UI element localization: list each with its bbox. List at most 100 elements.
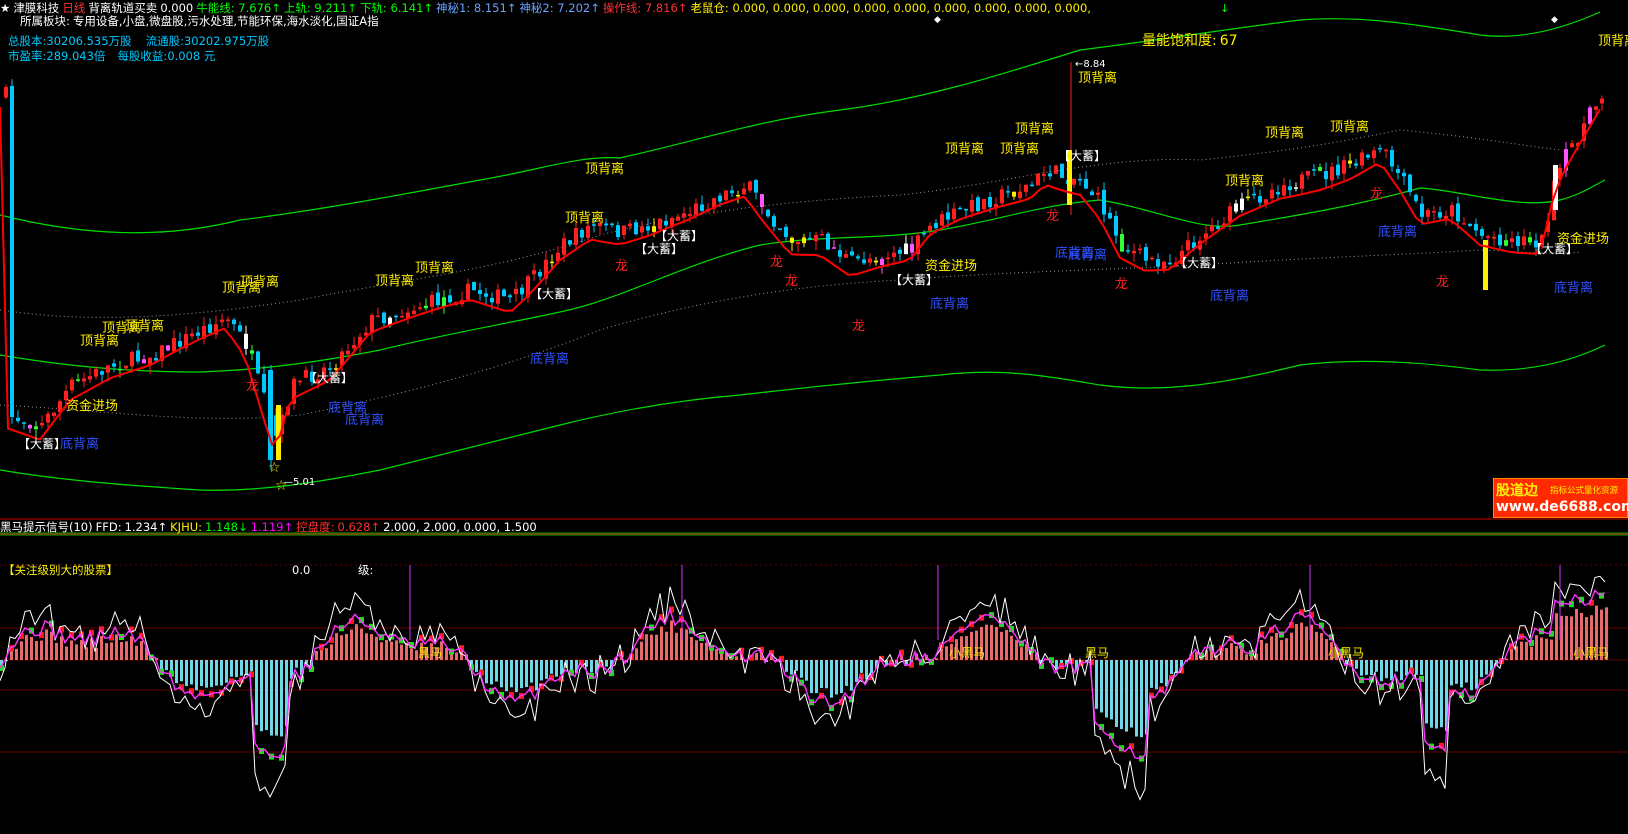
- enter-label: 资金进场: [66, 398, 118, 414]
- histogram-bar: [380, 642, 383, 660]
- histogram-bar: [1105, 660, 1108, 718]
- candle-body: [1324, 171, 1328, 180]
- candle-body: [1036, 173, 1040, 186]
- candle-body: [1090, 191, 1094, 196]
- histogram-bar: [495, 660, 498, 682]
- candle-body: [724, 190, 728, 201]
- price-high-mark: ←8.84: [1075, 59, 1106, 70]
- histogram-bar: [510, 660, 513, 688]
- histogram-bar: [1005, 629, 1008, 660]
- sector-label: 所属板块:: [20, 14, 70, 28]
- histogram-bar: [935, 658, 938, 660]
- main-chart-canvas[interactable]: ←8.84—5.01☆☆顶背离顶背离顶背离顶背离顶背离 顶背离顶背离顶背离顶背离顶…: [0, 0, 1628, 834]
- candle-body: [634, 222, 638, 235]
- histogram-bar: [1300, 622, 1303, 660]
- histogram-bar: [640, 641, 643, 660]
- candle-body: [928, 225, 932, 231]
- histogram-bar: [160, 660, 163, 670]
- histogram-bar: [360, 628, 363, 660]
- sector-value: 专用设备,小盘,微盘股,污水处理,节能环保,海水淡化,国证A指: [72, 14, 379, 28]
- histogram-bar: [1125, 660, 1128, 732]
- candle-body: [400, 315, 404, 318]
- kjhu-label: KJHU:: [170, 520, 203, 534]
- candle-body: [1258, 196, 1262, 203]
- histogram-bar: [1410, 660, 1413, 669]
- candle-body: [532, 270, 536, 275]
- candle-body: [124, 365, 128, 369]
- top-divergence-label: 顶背离: [1000, 141, 1039, 157]
- indicator-name[interactable]: 背离轨道买卖: [88, 1, 157, 15]
- histogram-bar: [1405, 660, 1408, 676]
- bottom-divergence-label: 底背离: [1554, 280, 1593, 296]
- histogram-bar: [525, 660, 528, 687]
- candle-body: [178, 341, 182, 347]
- candle-body: [964, 208, 968, 211]
- candle-body: [1024, 184, 1028, 192]
- histogram-bar: [55, 642, 58, 660]
- histogram-bar: [210, 660, 213, 687]
- black-horse-label: 黑马: [1085, 646, 1109, 660]
- candle-body: [28, 425, 32, 429]
- candle-body: [988, 196, 992, 208]
- candle-body: [34, 426, 38, 430]
- histogram-bar: [1360, 660, 1363, 676]
- histogram-bar: [1375, 660, 1378, 672]
- candle-body: [1438, 212, 1442, 218]
- candle-body: [1378, 147, 1382, 150]
- ffd-label: FFD:: [95, 520, 122, 534]
- indicator-value: 0.000: [160, 1, 194, 15]
- candle-body: [718, 195, 722, 202]
- candle-body: [1108, 212, 1112, 219]
- histogram-bar: [485, 660, 488, 684]
- period-label[interactable]: 日线: [62, 1, 85, 15]
- histogram-bar: [180, 660, 183, 682]
- candle-body: [568, 240, 572, 245]
- candle-body: [1450, 205, 1454, 217]
- histogram-bar: [45, 629, 48, 660]
- candle-body: [484, 293, 488, 297]
- lower-title[interactable]: 黑马提示信号: [0, 520, 69, 534]
- candle-body: [1114, 215, 1118, 236]
- histogram-bar: [335, 633, 338, 660]
- stock-title[interactable]: 津膜科技: [13, 1, 59, 15]
- top-divergence-label: 顶背离: [375, 273, 414, 289]
- histogram-bar: [1395, 660, 1398, 672]
- header-item-4: 神秘2: 7.202↑: [519, 1, 600, 15]
- histogram-bar: [755, 653, 758, 660]
- candle-body: [100, 371, 104, 375]
- candle-body: [1276, 192, 1280, 195]
- candle-body: [1312, 169, 1316, 171]
- histogram-bar: [1115, 660, 1118, 727]
- header-item-5: 操作线: 7.816↑: [602, 1, 688, 15]
- histogram-bar: [260, 660, 263, 732]
- bottom-divergence-label: 底背离: [1378, 224, 1417, 240]
- candle-body: [868, 258, 872, 263]
- candle-body: [814, 234, 818, 242]
- candle-body: [1102, 189, 1106, 215]
- kjhu2-value: 1.119↑: [250, 520, 294, 534]
- histogram-bar: [840, 660, 843, 693]
- price-low-mark: —5.01: [283, 477, 315, 488]
- histogram-bar: [1470, 660, 1473, 691]
- candle-body: [730, 190, 734, 194]
- candle-body: [1072, 178, 1076, 185]
- storage-label: 【大蓄】: [18, 437, 66, 451]
- candle-body: [790, 237, 794, 243]
- histogram-bar: [1285, 638, 1288, 660]
- candle-body: [430, 294, 434, 307]
- candle-body: [892, 252, 896, 258]
- saturation-readout: 量能饱和度: 67: [1142, 34, 1241, 48]
- candle-body: [196, 332, 200, 336]
- candle-body: [256, 351, 260, 374]
- top-divergence-label: 顶背离: [125, 318, 164, 334]
- histogram-bar: [1150, 660, 1153, 688]
- candle-body: [394, 315, 398, 318]
- histogram-bar: [1245, 654, 1248, 660]
- candle-body: [562, 238, 566, 255]
- candle-body: [952, 208, 956, 220]
- top-divergence-label: 顶背离: [415, 260, 454, 276]
- histogram-bar: [460, 650, 463, 660]
- storage-label: 【大蓄】: [1175, 256, 1223, 270]
- histogram-bar: [230, 660, 233, 677]
- candle-body: [1186, 240, 1190, 251]
